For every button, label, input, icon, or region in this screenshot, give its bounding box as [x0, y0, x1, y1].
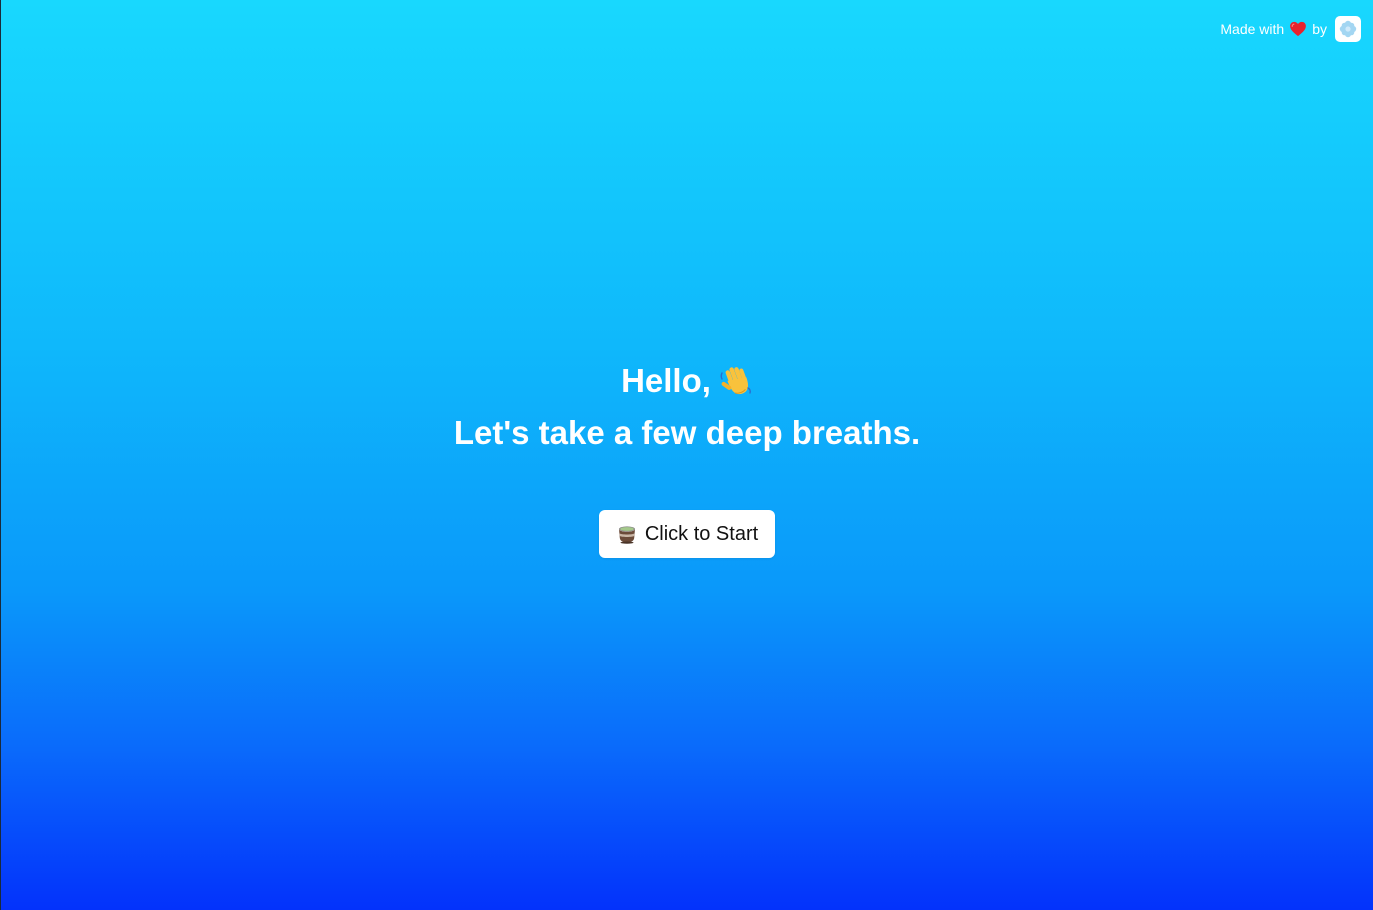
flower-logo-icon[interactable]	[1335, 16, 1361, 42]
credit-line: Made with by	[1220, 16, 1361, 42]
greeting-heading: Hello,	[1, 358, 1373, 404]
tea-cup-icon	[616, 523, 638, 545]
credit-prefix: Made with	[1220, 21, 1285, 37]
subtitle-heading: Let's take a few deep breaths.	[453, 414, 921, 451]
intro-panel: Hello, Let's take a few deep breaths. Cl…	[1, 358, 1373, 558]
start-button[interactable]: Click to Start	[598, 510, 776, 558]
heart-icon	[1289, 20, 1307, 38]
waving-hand-icon	[719, 364, 753, 398]
start-button-label: Click to Start	[644, 522, 759, 545]
greeting-text: Hello,	[621, 362, 711, 399]
credit-suffix: by	[1312, 21, 1327, 37]
